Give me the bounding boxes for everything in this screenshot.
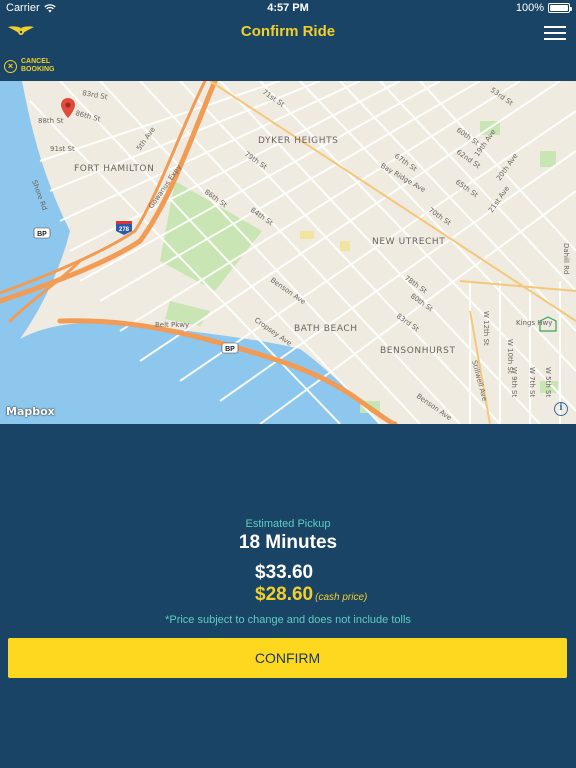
- map-label-fort-hamilton: FORT HAMILTON: [74, 164, 154, 174]
- mapbox-attribution[interactable]: Mapbox: [6, 405, 55, 418]
- map-view[interactable]: BP BP 278 DYKER HEIGHTS FORT HAMILTON NE…: [0, 81, 576, 424]
- map-label-benson-ave: Benson Ave: [269, 276, 307, 306]
- cash-price-note: (cash price): [315, 592, 368, 603]
- map-label-84th: 84th St: [249, 206, 275, 227]
- map-label-bensonhurst: BENSONHURST: [380, 346, 456, 356]
- shield-bp-2: BP: [225, 346, 235, 353]
- map-label-belt-pkwy: Belt Pkwy: [155, 321, 189, 329]
- hamburger-menu-icon[interactable]: [544, 22, 568, 42]
- battery-icon: [548, 3, 572, 13]
- price-value: $33.60: [255, 562, 314, 583]
- map-label-65th: 65th St: [454, 178, 480, 199]
- nav-bar: Confirm Ride: [0, 16, 576, 50]
- map-label-88th: 88th St: [38, 117, 64, 125]
- cash-price-value: $28.60: [255, 584, 314, 605]
- map-label-71st: 71st St: [261, 88, 286, 109]
- map-label-bath-beach: BATH BEACH: [294, 324, 358, 334]
- confirm-button[interactable]: CONFIRM: [8, 638, 567, 678]
- info-icon[interactable]: i: [554, 402, 568, 416]
- map-label-kings-hwy: Kings Hwy: [516, 319, 552, 327]
- map-label-new-utrecht: NEW UTRECHT: [372, 237, 445, 247]
- map-label-dyker: DYKER HEIGHTS: [258, 136, 339, 146]
- map-canvas: BP BP 278 DYKER HEIGHTS FORT HAMILTON NE…: [0, 81, 576, 424]
- map-label-91st: 91st St: [50, 145, 75, 153]
- map-label-w12: W 12th St: [482, 311, 490, 346]
- shield-bp-1: BP: [37, 231, 47, 238]
- map-pin-icon[interactable]: [61, 98, 75, 118]
- cancel-booking-label: CANCEL BOOKING: [21, 58, 55, 73]
- status-bar: Carrier 4:57 PM 100%: [0, 0, 576, 16]
- map-label-83rd: 83rd St: [82, 89, 109, 101]
- estimated-pickup-label: Estimated Pickup: [245, 518, 331, 530]
- shield-278: 278: [119, 227, 130, 233]
- battery-percent: 100%: [515, 2, 544, 14]
- map-label-53rd: 53rd St: [489, 86, 515, 107]
- map-label-86th-b: 86th St: [74, 109, 101, 123]
- map-label-w7: W 7th St: [528, 367, 536, 397]
- price-disclaimer: *Price subject to change and does not in…: [165, 614, 411, 626]
- map-label-w5: W 5th St: [544, 367, 552, 397]
- cancel-booking-button[interactable]: × CANCEL BOOKING: [4, 56, 61, 76]
- cash-price-row: $28.60 (cash price): [255, 584, 367, 606]
- map-label-70th: 70th St: [427, 206, 453, 227]
- page-title: Confirm Ride: [240, 23, 336, 40]
- map-label-w9: W 9th St: [510, 367, 518, 397]
- status-right: 100%: [515, 2, 572, 14]
- status-time: 4:57 PM: [267, 2, 309, 14]
- map-label-dahill: Dahill Rd: [562, 243, 570, 274]
- estimated-pickup-value: 18 Minutes: [238, 532, 338, 553]
- close-circle-icon: ×: [4, 59, 17, 73]
